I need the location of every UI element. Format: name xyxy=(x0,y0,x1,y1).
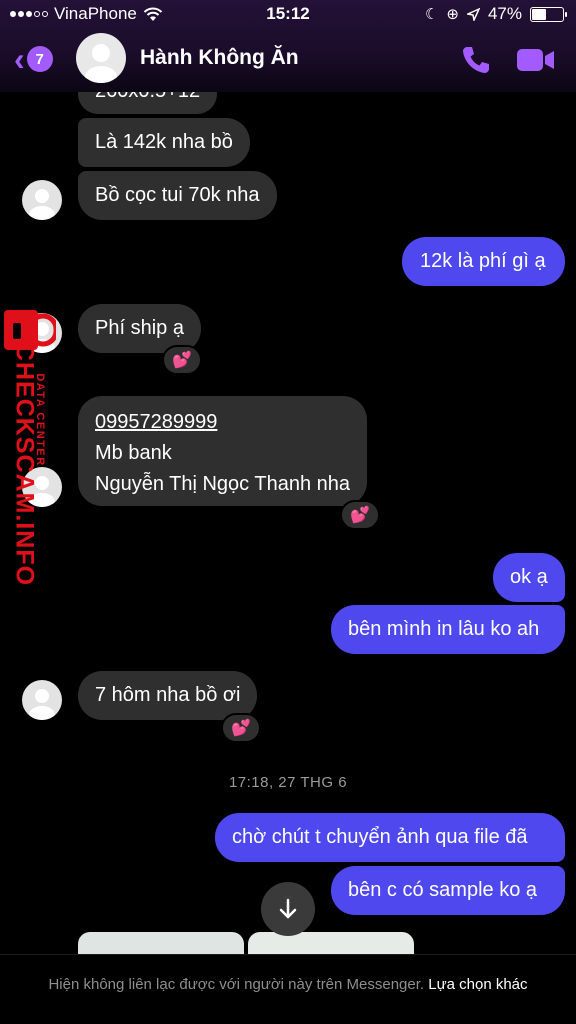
message-text: Nguyễn Thị Ngọc Thanh nha xyxy=(95,473,350,495)
watermark-subtitle: DATA CENTER xyxy=(34,373,46,467)
message-text: Bồ cọc tui 70k nha xyxy=(95,184,260,206)
orientation-lock-icon: ⊕ xyxy=(446,6,459,23)
contact-avatar[interactable] xyxy=(76,33,126,83)
scroll-to-bottom-button[interactable] xyxy=(261,882,315,936)
message-bubble-outgoing[interactable]: bên c có sample ko ạ xyxy=(331,866,565,915)
status-bar: VinaPhone 15:12 ☾ ⊕ 47% xyxy=(0,0,576,30)
message-text: ok ạ xyxy=(510,566,548,588)
battery-percent: 47% xyxy=(487,4,522,23)
message-text: bên c có sample ko ạ xyxy=(348,879,537,901)
arrow-down-icon xyxy=(279,898,297,919)
status-right: ☾ ⊕ 47% xyxy=(424,4,567,24)
message-text: 7 hôm nha bồ ơi xyxy=(95,684,241,706)
message-text: bên mình in lâu ko ah xyxy=(348,618,540,640)
other-options-link[interactable]: Lựa chọn khác xyxy=(428,976,527,993)
message-bubble-incoming[interactable]: 7 hôm nha bồ ơi xyxy=(78,671,258,720)
message-bubble-incoming[interactable]: Bồ cọc tui 70k nha xyxy=(78,171,277,220)
phone-icon[interactable] xyxy=(458,42,494,78)
default-avatar-icon xyxy=(85,44,117,83)
location-icon xyxy=(466,7,480,21)
message-bubble-outgoing[interactable]: bên mình in lâu ko ah xyxy=(331,605,565,654)
message-text: 12k là phí gì ạ xyxy=(420,250,546,272)
message-bubble-outgoing[interactable]: chờ chút t chuyển ảnh qua file đã xyxy=(215,813,565,862)
default-avatar-icon xyxy=(29,689,55,720)
battery-icon xyxy=(530,6,567,22)
heart-reaction[interactable]: 💕 xyxy=(162,345,202,375)
default-avatar-icon xyxy=(29,189,55,220)
notice-text: Hiện không liên lạc được với người này t… xyxy=(48,976,425,993)
account-number-link[interactable]: 09957289999 xyxy=(95,407,350,438)
message-bubble-incoming[interactable]: 09957289999 Mb bank Nguyễn Thị Ngọc Than… xyxy=(78,396,367,506)
message-text: chờ chút t chuyển ảnh qua file đã xyxy=(232,826,528,848)
message-timestamp: 17:18, 27 THG 6 xyxy=(228,774,348,791)
message-text: Là 142k nha bồ xyxy=(95,131,233,153)
contact-name[interactable]: Hành Không Ăn xyxy=(140,46,299,70)
sender-avatar[interactable] xyxy=(22,680,62,720)
message-text: Mb bank xyxy=(95,442,172,464)
watermark: CHECKSCAM.INFO DATA CENTER xyxy=(4,310,59,590)
unreachable-notice: Hiện không liên lạc được với người này t… xyxy=(0,954,576,1024)
message-bubble-outgoing[interactable]: 12k là phí gì ạ xyxy=(402,237,565,286)
message-bubble-outgoing[interactable]: ok ạ xyxy=(493,553,565,602)
unread-badge: 7 xyxy=(26,46,53,72)
heart-reaction[interactable]: 💕 xyxy=(221,713,261,743)
heart-reaction[interactable]: 💕 xyxy=(340,500,380,530)
chevron-left-icon: ‹ xyxy=(14,41,25,77)
video-call-icon[interactable] xyxy=(514,42,556,78)
message-text: Phí ship ạ xyxy=(95,317,184,339)
sender-avatar[interactable] xyxy=(22,180,62,220)
back-button[interactable]: ‹ 7 xyxy=(14,41,62,77)
moon-icon: ☾ xyxy=(424,6,439,23)
message-bubble-incoming[interactable]: Là 142k nha bồ xyxy=(78,118,250,167)
